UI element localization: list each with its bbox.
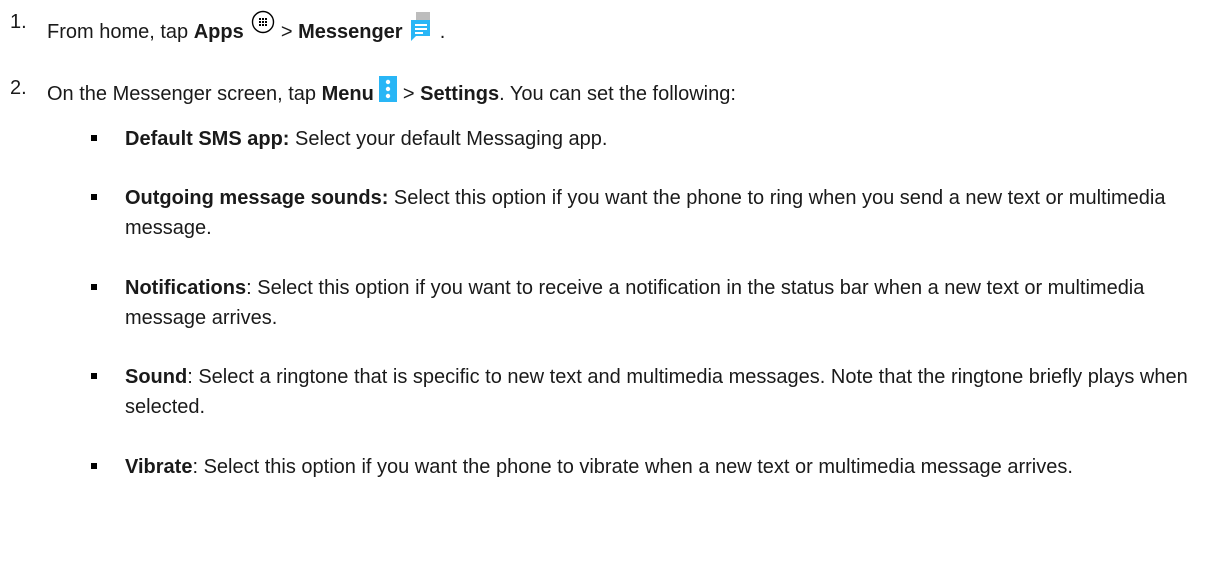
bullet-icon — [91, 194, 97, 200]
list-item-text: Vibrate: Select this option if you want … — [125, 452, 1195, 482]
list-item-title: Vibrate — [125, 456, 193, 478]
document: 1. From home, tap Apps > Messenger . 2. … — [0, 0, 1207, 578]
step-text-part: > — [275, 21, 299, 43]
bullet-icon — [91, 373, 97, 379]
list-item-desc: : Select a ringtone that is specific to … — [125, 366, 1188, 418]
list-item-title: Notifications — [125, 277, 247, 299]
step-text-part: > — [397, 83, 421, 105]
step-text-part: On the Messenger screen, tap — [47, 83, 322, 105]
list-item-text: Outgoing message sounds: Select this opt… — [125, 183, 1195, 243]
step-number: 2. — [10, 77, 27, 99]
list-item-title: Default SMS app: — [125, 128, 290, 150]
step-text-part: From home, tap — [47, 21, 194, 43]
settings-label: Settings — [420, 83, 500, 105]
list-item-text: Notifications: Select this option if you… — [125, 273, 1195, 333]
step-text-part: . — [434, 21, 446, 43]
list-item-title: Outgoing message sounds: — [125, 187, 389, 209]
list-item-title: Sound — [125, 366, 188, 388]
apps-icon — [251, 10, 275, 40]
list-item-desc: : Select this option if you want the pho… — [192, 456, 1073, 478]
bullet-icon — [91, 284, 97, 290]
step-text: From home, tap Apps > Messenger . — [47, 10, 445, 48]
step-text: On the Messenger screen, tap Menu > Sett… — [47, 76, 736, 108]
list-item-desc: : Select this option if you want to rece… — [125, 277, 1145, 329]
step-text-part: . You can set the following: — [499, 83, 736, 105]
messenger-label: Messenger — [298, 21, 403, 43]
step-number: 1. — [10, 11, 27, 33]
bullet-icon — [91, 135, 97, 141]
bullet-icon — [91, 463, 97, 469]
menu-icon — [379, 76, 398, 108]
apps-label: Apps — [193, 21, 244, 43]
messenger-icon — [408, 12, 434, 48]
list-item-desc: Select your default Messaging app. — [289, 128, 608, 150]
list-item-text: Default SMS app: Select your default Mes… — [125, 124, 1195, 154]
menu-label: Menu — [321, 83, 374, 105]
list-item-text: Sound: Select a ringtone that is specifi… — [125, 362, 1195, 422]
